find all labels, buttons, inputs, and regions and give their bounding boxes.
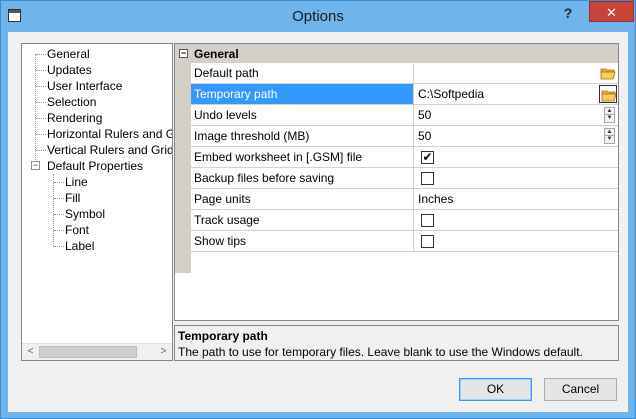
- spin-up-icon[interactable]: ▲: [605, 129, 614, 136]
- grid-category-header[interactable]: − General: [175, 44, 618, 63]
- description-panel: Temporary path The path to use for tempo…: [174, 325, 619, 361]
- close-button[interactable]: ✕: [589, 1, 634, 22]
- grid-gutter: [175, 63, 191, 273]
- spin-up-icon[interactable]: ▲: [605, 108, 614, 115]
- collapse-category-icon[interactable]: −: [179, 49, 188, 58]
- scroll-right-icon[interactable]: >: [155, 344, 172, 360]
- property-row-track-usage[interactable]: Track usage: [191, 210, 618, 231]
- dialog-client-area: General Updates User Interface Selection…: [8, 32, 628, 412]
- property-row-temporary-path[interactable]: Temporary path C:\Softpedia: [191, 84, 618, 105]
- property-value[interactable]: Inches: [415, 189, 618, 209]
- tree-horizontal-scrollbar[interactable]: < >: [22, 343, 172, 360]
- scroll-thumb[interactable]: [39, 346, 137, 358]
- property-grid[interactable]: − General Default path Temporary path C:…: [174, 43, 619, 321]
- collapse-icon[interactable]: −: [31, 161, 40, 170]
- spin-down-icon[interactable]: ▼: [605, 115, 614, 122]
- window-title: Options: [292, 8, 344, 25]
- title-bar[interactable]: Options ? ✕: [1, 1, 635, 32]
- options-window: Options ? ✕ General Updates User Interfa…: [0, 0, 636, 419]
- property-row-default-path[interactable]: Default path: [191, 63, 618, 84]
- grid-category-title: General: [194, 47, 239, 61]
- property-row-embed-worksheet[interactable]: Embed worksheet in [.GSM] file ✔: [191, 147, 618, 168]
- property-value[interactable]: C:\Softpedia: [415, 84, 618, 104]
- spinner[interactable]: ▲ ▼: [604, 107, 615, 123]
- category-tree[interactable]: General Updates User Interface Selection…: [21, 43, 173, 361]
- spinner[interactable]: ▲ ▼: [604, 128, 615, 144]
- property-row-image-threshold[interactable]: Image threshold (MB) 50 ▲ ▼: [191, 126, 618, 147]
- help-button[interactable]: ?: [553, 3, 583, 23]
- browse-button[interactable]: [599, 85, 617, 103]
- tree-connector: [53, 174, 54, 246]
- ok-button[interactable]: OK: [459, 378, 532, 401]
- backup-files-checkbox[interactable]: [421, 172, 434, 185]
- property-value[interactable]: [415, 63, 618, 83]
- show-tips-checkbox[interactable]: [421, 235, 434, 248]
- tree-items: General Updates User Interface Selection…: [31, 47, 172, 253]
- property-row-undo-levels[interactable]: Undo levels 50 ▲ ▼: [191, 105, 618, 126]
- property-row-show-tips[interactable]: Show tips: [191, 231, 618, 252]
- property-row-backup-files[interactable]: Backup files before saving: [191, 168, 618, 189]
- cancel-button[interactable]: Cancel: [544, 378, 617, 401]
- embed-worksheet-checkbox[interactable]: ✔: [421, 151, 434, 164]
- track-usage-checkbox[interactable]: [421, 214, 434, 227]
- property-row-page-units[interactable]: Page units Inches: [191, 189, 618, 210]
- property-value[interactable]: 50: [415, 126, 618, 146]
- folder-open-icon: [601, 90, 617, 102]
- property-value[interactable]: 50: [415, 105, 618, 125]
- scroll-left-icon[interactable]: <: [22, 344, 39, 360]
- description-title: Temporary path: [178, 329, 268, 343]
- description-text: The path to use for temporary files. Lea…: [178, 345, 583, 359]
- spin-down-icon[interactable]: ▼: [605, 136, 614, 143]
- folder-open-icon[interactable]: [600, 66, 616, 80]
